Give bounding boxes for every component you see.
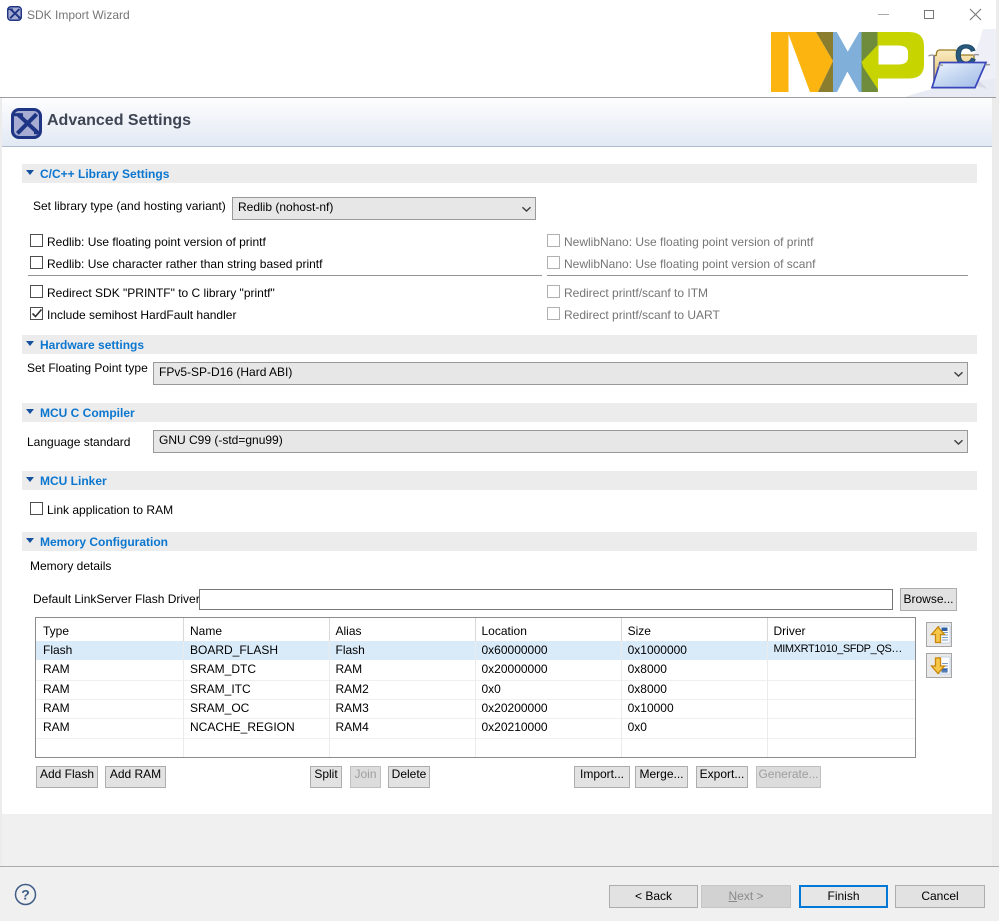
svg-text:?: ? <box>21 887 30 903</box>
